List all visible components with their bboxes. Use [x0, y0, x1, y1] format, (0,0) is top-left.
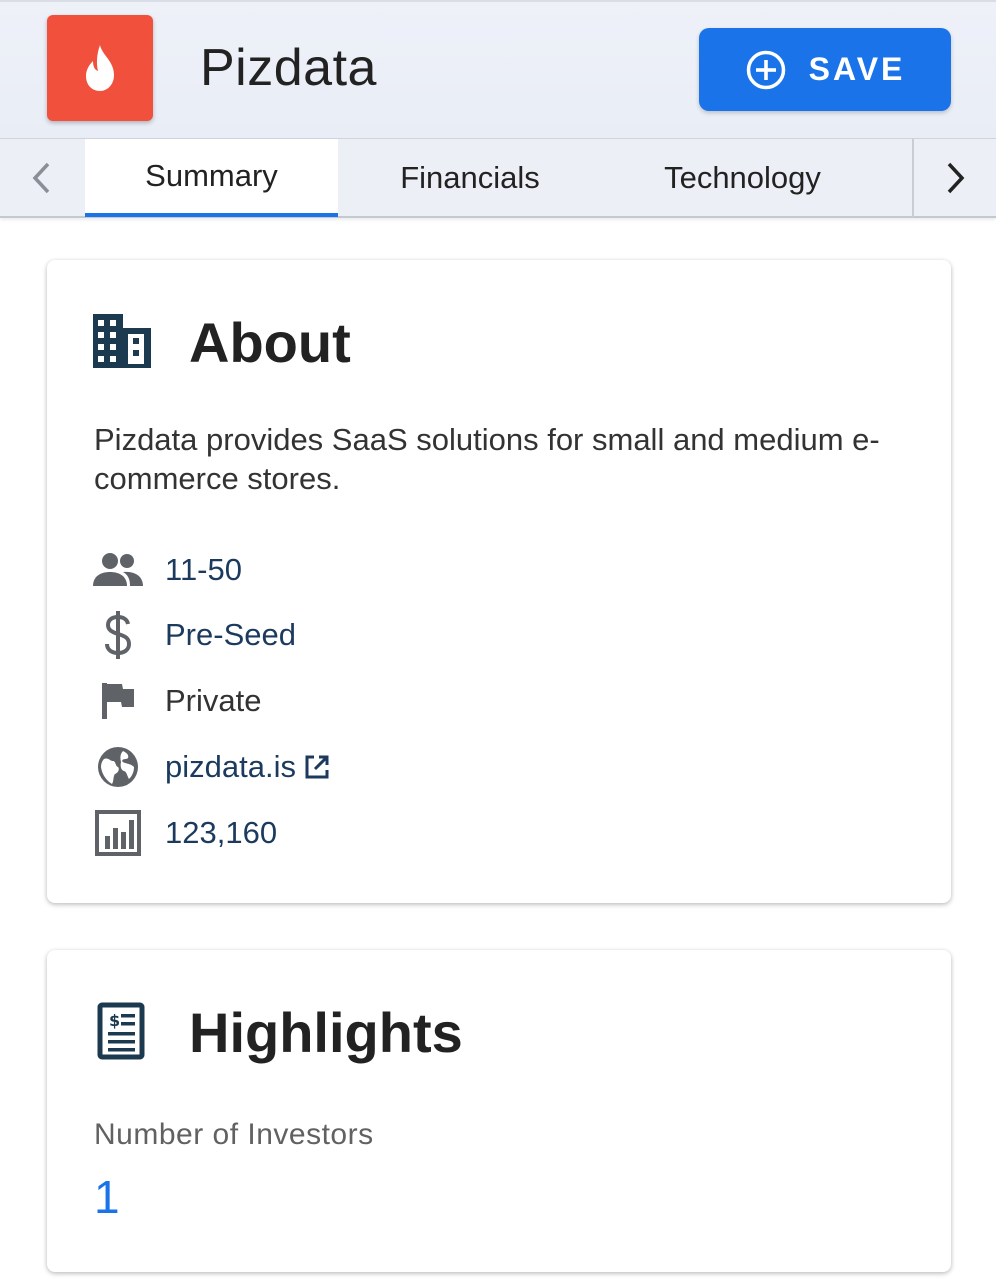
add-circle-icon: [746, 50, 785, 89]
website-link[interactable]: pizdata.is: [165, 749, 296, 785]
employee-count[interactable]: 11-50: [165, 552, 242, 588]
flag-icon: [102, 683, 134, 719]
about-card: About Pizdata provides SaaS solutions fo…: [47, 260, 951, 903]
tab-scroll-right[interactable]: [912, 139, 996, 217]
investors-value[interactable]: 1: [94, 1170, 120, 1224]
external-link-icon[interactable]: [304, 754, 330, 780]
employee-count-row: 11-50: [92, 545, 242, 595]
company-name: Pizdata: [200, 39, 377, 97]
tab-scroll-left[interactable]: [0, 139, 84, 217]
highlights-card: $ Highlights Number of Investors 1: [47, 950, 951, 1272]
building-icon: [93, 314, 151, 368]
svg-text:$: $: [109, 1011, 120, 1030]
flame-icon: [86, 45, 114, 91]
people-icon: [93, 553, 143, 586]
tab-summary[interactable]: Summary: [85, 139, 338, 217]
tab-bar: Summary Financials Technology: [0, 138, 996, 218]
highlights-title: Highlights: [189, 1001, 463, 1064]
company-logo: [47, 15, 153, 121]
tab-technology[interactable]: Technology: [605, 139, 880, 217]
ownership-row: Private: [92, 676, 261, 726]
globe-icon: [98, 747, 138, 787]
rank-value[interactable]: 123,160: [165, 815, 277, 851]
ownership-type: Private: [165, 683, 262, 718]
funding-stage[interactable]: Pre-Seed: [165, 617, 296, 653]
investors-label: Number of Investors: [94, 1118, 374, 1151]
about-description: Pizdata provides SaaS solutions for smal…: [94, 422, 880, 496]
tab-financials[interactable]: Financials: [340, 139, 600, 217]
chevron-left-icon: [32, 162, 50, 194]
rank-row: 123,160: [92, 808, 277, 858]
bar-chart-icon: [95, 810, 141, 856]
funding-stage-row: Pre-Seed: [92, 610, 296, 660]
chevron-right-icon: [947, 162, 965, 194]
app-header: Pizdata SAVE: [0, 0, 996, 138]
save-button[interactable]: SAVE: [699, 28, 951, 111]
website-row: pizdata.is: [92, 742, 330, 792]
dollar-icon: [105, 611, 132, 659]
about-title: About: [189, 311, 351, 374]
save-button-label: SAVE: [808, 51, 906, 87]
document-dollar-icon: $: [97, 1002, 145, 1060]
